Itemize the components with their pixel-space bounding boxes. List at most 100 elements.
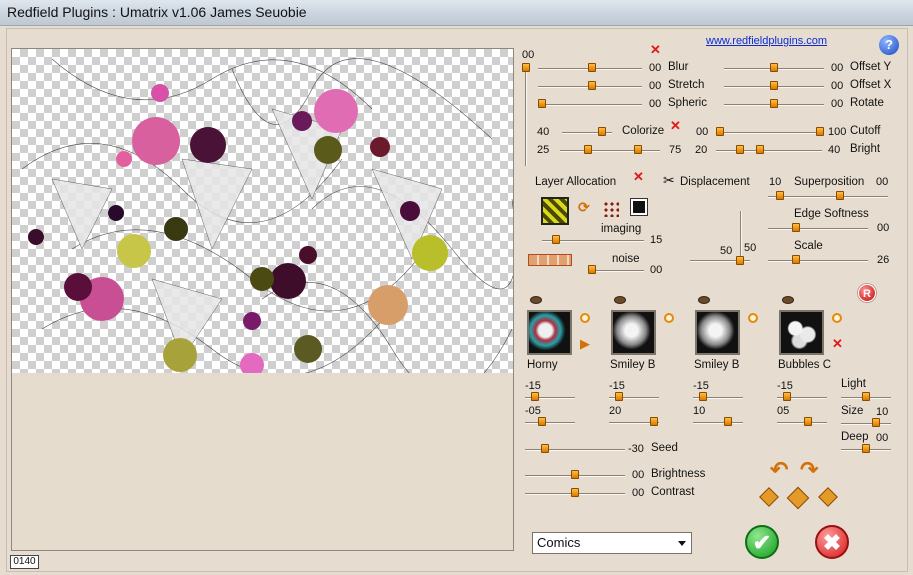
black-layer-box[interactable] — [630, 198, 648, 216]
ok-button[interactable]: ✔ — [745, 525, 779, 559]
seed-slider-thumb[interactable] — [541, 444, 549, 453]
spheric-value: 00 — [649, 98, 662, 110]
cutoff-slider-track[interactable] — [716, 132, 820, 134]
reset-top-x-icon[interactable]: ✕ — [650, 43, 661, 56]
reset-r-button[interactable]: R — [858, 284, 876, 302]
contrast-label: Contrast — [651, 486, 695, 498]
tile4-slider2-thumb[interactable] — [804, 417, 812, 426]
help-icon[interactable]: ? — [879, 35, 899, 55]
refresh-icon[interactable]: ⟳ — [578, 199, 590, 216]
preset-select[interactable]: Comics — [532, 532, 692, 554]
cancel-button[interactable]: ✖ — [815, 525, 849, 559]
colorize-right-value: 00 — [696, 126, 709, 138]
tile3-v1: -15 — [693, 380, 709, 392]
orb-icon-2[interactable] — [664, 313, 674, 323]
tile1-slider2-track[interactable] — [525, 422, 575, 424]
chevron-down-icon — [678, 541, 686, 546]
smiley-b-tile-2[interactable] — [695, 310, 740, 355]
imaging-slider-thumb[interactable] — [552, 235, 560, 244]
horny-tile[interactable] — [527, 310, 572, 355]
offset-y-slider-thumb[interactable] — [770, 63, 778, 72]
rotate-slider-thumb[interactable] — [770, 99, 778, 108]
range-left-thumb-a[interactable] — [584, 145, 592, 154]
tile1-slider2-thumb[interactable] — [538, 417, 546, 426]
noise-swatch[interactable] — [528, 254, 572, 266]
layer-reset-x-icon[interactable]: ✕ — [633, 170, 644, 183]
spheric-slider-track[interactable] — [538, 104, 642, 106]
brightness-label: Brightness — [651, 468, 706, 480]
superposition-right-value: 00 — [876, 176, 889, 188]
superposition-slider-track[interactable] — [768, 196, 888, 198]
tile3-slider1-thumb[interactable] — [699, 392, 707, 401]
orb-icon-4[interactable] — [832, 313, 842, 323]
size-slider-thumb[interactable] — [872, 418, 880, 427]
range-left-track[interactable] — [560, 150, 660, 152]
orb-icon-3[interactable] — [748, 313, 758, 323]
stretch-label: Stretch — [668, 79, 705, 91]
dots-pattern-icon[interactable] — [603, 201, 619, 217]
edge-softness-thumb[interactable] — [792, 223, 800, 232]
noise-slider-track[interactable] — [588, 270, 644, 272]
scale-slider-track[interactable] — [768, 260, 868, 262]
smiley-b-tile-1[interactable] — [611, 310, 656, 355]
undo-arrow-icon[interactable]: ↶ — [770, 457, 788, 483]
tile1-v1: -15 — [525, 380, 541, 392]
displacement-thumb[interactable] — [736, 256, 744, 265]
title-bar: Redfield Plugins : Umatrix v1.06 James S… — [0, 0, 913, 26]
eye-icon-2[interactable] — [614, 296, 626, 304]
edge-softness-track[interactable] — [768, 228, 868, 230]
range-left-thumb-b[interactable] — [634, 145, 642, 154]
superposition-thumb-b[interactable] — [836, 191, 844, 200]
tile2-slider2-thumb[interactable] — [650, 417, 658, 426]
preview-render — [21, 58, 513, 373]
eye-icon-3[interactable] — [698, 296, 710, 304]
eye-icon-1[interactable] — [530, 296, 542, 304]
bright-thumb-a[interactable] — [736, 145, 744, 154]
scale-slider-thumb[interactable] — [792, 255, 800, 264]
tile3-slider2-thumb[interactable] — [724, 417, 732, 426]
vertical-slider-thumb[interactable] — [522, 63, 530, 72]
light-slider-thumb[interactable] — [862, 392, 870, 401]
tile4-v1: -15 — [777, 380, 793, 392]
size-slider-track[interactable] — [841, 423, 891, 425]
deep-slider-thumb[interactable] — [862, 444, 870, 453]
spheric-slider-thumb[interactable] — [538, 99, 546, 108]
bubbles-c-tile[interactable] — [779, 310, 824, 355]
colorize-reset-x-icon[interactable]: ✕ — [670, 119, 681, 132]
tile-reset-x-icon[interactable]: ✕ — [832, 337, 843, 350]
layer-pattern-thumb[interactable] — [541, 197, 569, 225]
blur-value: 00 — [649, 62, 662, 74]
scissors-icon[interactable]: ✂ — [663, 172, 675, 189]
tile1-slider1-thumb[interactable] — [531, 392, 539, 401]
colorize-slider-thumb[interactable] — [598, 127, 606, 136]
redo-arrow-icon[interactable]: ↷ — [800, 457, 818, 483]
play-icon[interactable]: ▶ — [580, 336, 590, 352]
website-link[interactable]: www.redfieldplugins.com — [706, 35, 827, 47]
tile4-slider1-thumb[interactable] — [783, 392, 791, 401]
cutoff-slider-thumb-right[interactable] — [816, 127, 824, 136]
colorize-label: Colorize — [622, 125, 665, 137]
noise-slider-thumb[interactable] — [588, 265, 596, 274]
stretch-slider-thumb[interactable] — [588, 81, 596, 90]
tile4-slider2-track[interactable] — [777, 422, 827, 424]
cutoff-value: 100 — [828, 126, 847, 138]
blur-slider-thumb[interactable] — [588, 63, 596, 72]
tile2-slider1-thumb[interactable] — [615, 392, 623, 401]
eye-icon-4[interactable] — [782, 296, 794, 304]
light-label: Light — [841, 378, 866, 390]
tile3-slider2-track[interactable] — [693, 422, 743, 424]
seed-slider-track[interactable] — [525, 449, 625, 451]
edge-softness-value: 00 — [877, 222, 890, 234]
brightness-slider-thumb[interactable] — [571, 470, 579, 479]
bright-track[interactable] — [716, 150, 822, 152]
bright-thumb-b[interactable] — [756, 145, 764, 154]
orb-icon-1[interactable] — [580, 313, 590, 323]
rotate-value: 00 — [831, 98, 844, 110]
superposition-thumb-a[interactable] — [776, 191, 784, 200]
offset-x-slider-thumb[interactable] — [770, 81, 778, 90]
contrast-slider-thumb[interactable] — [571, 488, 579, 497]
tile2-v2: 20 — [609, 405, 622, 417]
cutoff-slider-thumb[interactable] — [716, 127, 724, 136]
vertical-slider-track[interactable] — [525, 64, 527, 166]
displacement-vertical-track[interactable] — [740, 211, 742, 261]
